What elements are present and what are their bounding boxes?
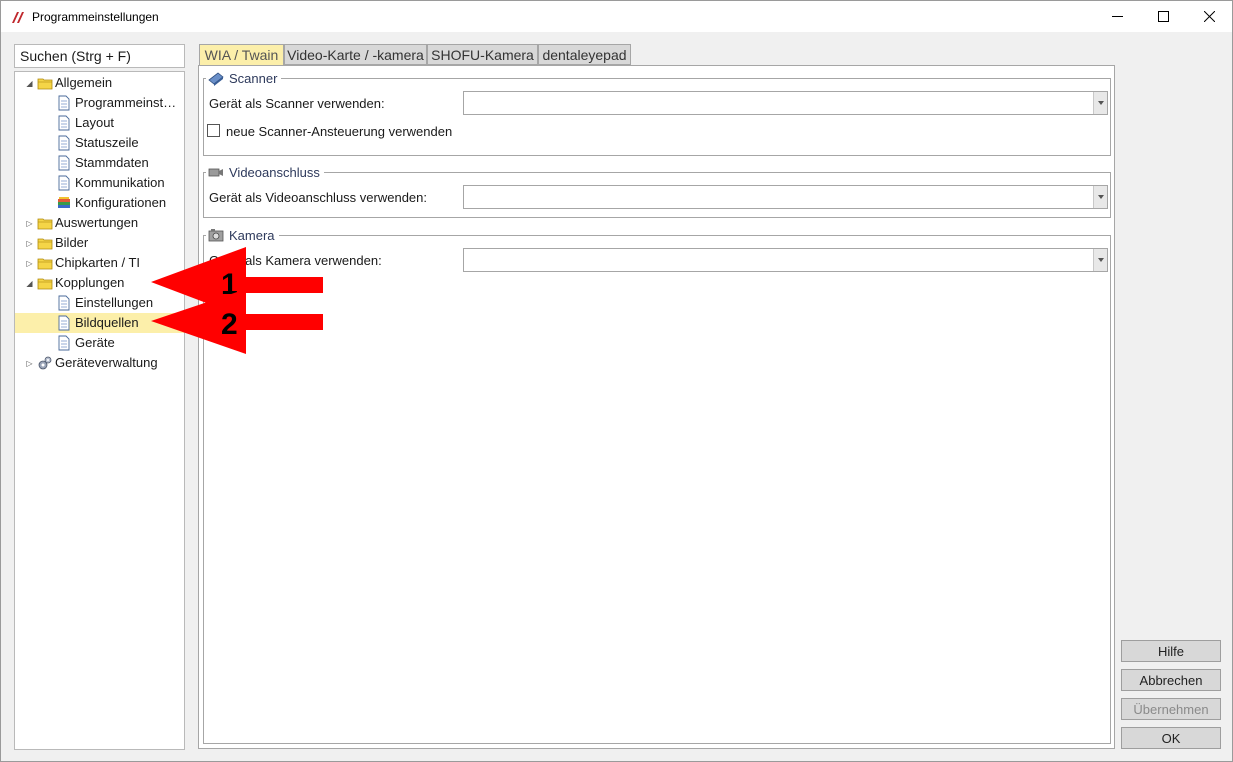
scanner-icon xyxy=(208,72,224,86)
tree-item-label: Auswertungen xyxy=(55,215,139,230)
tree-item-auswertungen[interactable]: ▷ Auswertungen xyxy=(15,213,184,233)
tree-item-statuszeile[interactable]: Statuszeile xyxy=(15,133,184,153)
tree-item-layout[interactable]: Layout xyxy=(15,113,184,133)
folder-icon xyxy=(37,238,53,250)
annotation-arrow-2: 2 xyxy=(151,289,323,354)
tree-item-label: Statuszeile xyxy=(75,135,139,150)
annotation-arrows: 1 2 xyxy=(151,247,323,354)
page-icon xyxy=(58,315,70,331)
chevron-down-icon xyxy=(1097,258,1104,262)
tree-item-kommunikation[interactable]: Kommunikation xyxy=(15,173,184,193)
video-group-header: Videoanschluss xyxy=(206,162,324,182)
scanner-group: Scanner Gerät als Scanner verwenden: neu… xyxy=(203,68,1111,156)
tree-item-label: Konfigurationen xyxy=(75,195,167,210)
tree-item-programmeinst[interactable]: Programmeinst… xyxy=(15,93,184,113)
minimize-button[interactable] xyxy=(1094,1,1140,32)
tree-item-stammdaten[interactable]: Stammdaten xyxy=(15,153,184,173)
video-dropdown-button[interactable] xyxy=(1093,186,1107,208)
tab-content-panel: Scanner Gerät als Scanner verwenden: neu… xyxy=(198,65,1115,749)
chevron-down-icon xyxy=(1097,101,1104,105)
camera-device-select[interactable] xyxy=(463,248,1108,272)
tree-item-label: Layout xyxy=(75,115,115,130)
tab-video-karte[interactable]: Video-Karte / -kamera xyxy=(284,44,427,65)
tree-item-label: Stammdaten xyxy=(75,155,149,170)
scanner-group-header: Scanner xyxy=(206,68,282,88)
settings-tree: ◢ Allgemein Programmeinst… Layout Statuszeil… xyxy=(14,71,185,750)
help-button[interactable]: Hilfe xyxy=(1121,640,1221,662)
minimize-icon xyxy=(1111,16,1123,17)
tree-item-label: Kommunikation xyxy=(75,175,165,190)
close-button[interactable] xyxy=(1186,1,1232,32)
search-input[interactable]: Suchen (Strg + F) xyxy=(14,44,185,68)
tree-item-label: Programmeinst… xyxy=(75,95,177,110)
tree-item-allgemein[interactable]: ◢ Allgemein xyxy=(15,73,184,93)
scanner-dropdown-button[interactable] xyxy=(1093,92,1107,114)
scanner-device-label: Gerät als Scanner verwenden: xyxy=(209,96,385,111)
new-scanner-control-checkbox[interactable] xyxy=(207,124,220,137)
folder-icon xyxy=(37,258,53,270)
books-icon xyxy=(58,197,70,208)
tree-item-konfigurationen[interactable]: Konfigurationen xyxy=(15,193,184,213)
camera-group: Kamera Gerät als Kamera verwenden: xyxy=(203,225,1111,744)
page-icon xyxy=(58,115,70,131)
scanner-device-select[interactable] xyxy=(463,91,1108,115)
tab-shofu-kamera[interactable]: SHOFU-Kamera xyxy=(427,44,538,65)
tree-item-label: Allgemein xyxy=(55,75,113,90)
expand-icon[interactable]: ▷ xyxy=(25,359,34,368)
folder-icon xyxy=(37,78,53,90)
tab-dentaleyepad[interactable]: dentaleyepad xyxy=(538,44,631,65)
maximize-icon xyxy=(1157,11,1169,22)
page-icon xyxy=(58,135,70,151)
settings-window: Programmeinstellungen Suchen (Strg + F) … xyxy=(0,0,1233,762)
video-device-label: Gerät als Videoanschluss verwenden: xyxy=(209,190,427,205)
chevron-down-icon xyxy=(1097,195,1104,199)
window-title: Programmeinstellungen xyxy=(32,10,159,24)
title-bar: Programmeinstellungen xyxy=(1,1,1232,32)
close-icon xyxy=(1203,11,1215,22)
tab-wia-twain[interactable]: WIA / Twain xyxy=(199,44,284,66)
video-camera-icon xyxy=(208,168,223,177)
expand-icon[interactable]: ▷ xyxy=(25,259,34,268)
camera-dropdown-button[interactable] xyxy=(1093,249,1107,271)
gears-icon xyxy=(38,356,52,370)
page-icon xyxy=(58,175,70,191)
annotation-label-2: 2 xyxy=(221,308,238,341)
folder-icon xyxy=(37,218,53,230)
app-logo-icon xyxy=(12,12,24,23)
cancel-button[interactable]: Abbrechen xyxy=(1121,669,1221,691)
new-scanner-control-label: neue Scanner-Ansteuerung verwenden xyxy=(226,124,453,139)
collapse-icon[interactable]: ◢ xyxy=(25,79,34,88)
page-icon xyxy=(58,295,70,311)
video-group-title: Videoanschluss xyxy=(229,164,320,180)
page-icon xyxy=(58,95,70,111)
video-group: Videoanschluss Gerät als Videoanschluss … xyxy=(203,162,1111,218)
page-icon xyxy=(58,335,70,351)
video-device-select[interactable] xyxy=(463,185,1108,209)
expand-icon[interactable]: ▷ xyxy=(25,219,34,228)
apply-button[interactable]: Übernehmen xyxy=(1121,698,1221,720)
ok-button[interactable]: OK xyxy=(1121,727,1221,749)
scanner-group-title: Scanner xyxy=(229,70,278,86)
maximize-button[interactable] xyxy=(1140,1,1186,32)
tree-item-label: Geräteverwaltung xyxy=(55,355,158,370)
folder-icon xyxy=(37,278,53,290)
expand-icon[interactable]: ▷ xyxy=(25,239,34,248)
collapse-icon[interactable]: ◢ xyxy=(25,279,34,288)
page-icon xyxy=(58,155,70,171)
tree-item-geräteverwaltung[interactable]: ▷ Geräteverwaltung xyxy=(15,353,184,373)
